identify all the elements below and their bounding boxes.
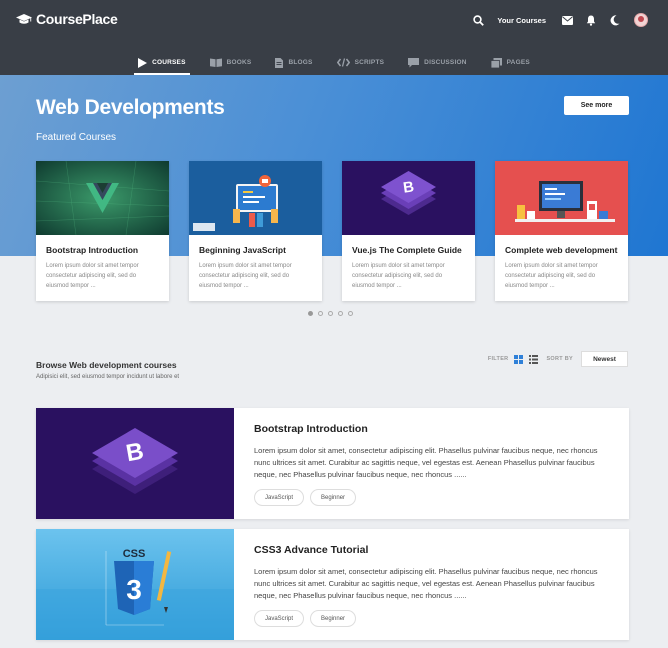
nav-label: DISCUSSION — [424, 59, 467, 66]
course-description: Lorem ipsum dolor sit amet, consectetur … — [254, 446, 598, 479]
tag-list: JavaScript Beginner — [254, 489, 357, 506]
search-icon[interactable] — [471, 13, 485, 27]
carousel-dot[interactable] — [328, 311, 333, 316]
avatar[interactable] — [634, 13, 648, 27]
pages-icon — [490, 57, 502, 68]
carousel-dot[interactable] — [318, 311, 323, 316]
course-row[interactable]: CSS 3 CSS3 Advance Tutorial Lorem ipsum … — [36, 529, 629, 640]
moon-icon[interactable] — [608, 13, 622, 27]
mail-icon[interactable] — [560, 13, 574, 27]
course-title[interactable]: Bootstrap Introduction — [254, 423, 368, 435]
nav-pages[interactable]: PAGES — [479, 50, 542, 75]
card-excerpt: Lorem ipsum dolor sit amet tempor consec… — [199, 263, 292, 289]
nav-books[interactable]: BOOKS — [198, 50, 264, 75]
sort-select[interactable]: Newest — [581, 351, 628, 367]
document-icon — [275, 57, 284, 68]
filter-label: FILTER — [487, 356, 509, 362]
top-actions: Your Courses — [461, 11, 648, 29]
nav-scripts[interactable]: SCRIPTS — [325, 50, 397, 75]
card-title: Vue.js The Complete Guide — [352, 245, 462, 255]
course-image-bootstrap: B — [36, 408, 234, 519]
chat-icon — [408, 57, 420, 67]
course-description: Lorem ipsum dolor sit amet, consectetur … — [254, 567, 598, 600]
svg-text:3: 3 — [126, 574, 142, 605]
nav-label: COURSES — [152, 59, 186, 66]
featured-card[interactable]: Beginning JavaScript Lorem ipsum dolor s… — [189, 161, 322, 301]
see-more-button[interactable]: See more — [564, 96, 629, 115]
card-title: Complete web development — [505, 245, 618, 255]
tag[interactable]: Beginner — [310, 610, 357, 627]
your-courses-link[interactable]: Your Courses — [497, 16, 546, 25]
top-bar: CoursePlace Your Courses COURSES BOOKS B… — [0, 0, 668, 75]
featured-card[interactable]: Complete web development Lorem ipsum dol… — [495, 161, 628, 301]
code-icon — [336, 58, 350, 67]
card-image-javascript — [189, 161, 322, 235]
brand-logo[interactable]: CoursePlace — [16, 11, 118, 27]
filter-bar: FILTER SORT BY Newest — [488, 351, 628, 367]
carousel-indicator — [308, 311, 353, 316]
nav-discussion[interactable]: DISCUSSION — [396, 50, 478, 75]
nav-courses[interactable]: COURSES — [126, 50, 198, 75]
nav-label: PAGES — [506, 59, 530, 66]
bell-icon[interactable] — [584, 13, 598, 27]
card-excerpt: Lorem ipsum dolor sit amet tempor consec… — [505, 263, 598, 289]
featured-card[interactable]: Bootstrap Introduction Lorem ipsum dolor… — [36, 161, 169, 301]
nav-label: BOOKS — [226, 59, 252, 66]
card-image-bootstrap: B — [342, 161, 475, 235]
featured-heading: Featured Courses — [36, 132, 117, 143]
carousel-dot[interactable] — [348, 311, 353, 316]
tag[interactable]: JavaScript — [254, 489, 305, 506]
card-excerpt: Lorem ipsum dolor sit amet tempor consec… — [46, 263, 139, 289]
card-image-desk — [495, 161, 628, 235]
card-excerpt: Lorem ipsum dolor sit amet tempor consec… — [352, 263, 445, 289]
course-row[interactable]: B Bootstrap Introduction Lorem ipsum dol… — [36, 408, 629, 519]
sort-label: SORT BY — [546, 356, 573, 362]
card-title: Bootstrap Introduction — [46, 245, 139, 255]
tag[interactable]: JavaScript — [254, 610, 305, 627]
tag-list: JavaScript Beginner — [254, 610, 357, 627]
browse-subtitle: Adipisici elit, sed eiusmod tempor incid… — [36, 374, 180, 380]
graduation-cap-icon — [16, 14, 32, 24]
course-title[interactable]: CSS3 Advance Tutorial — [254, 544, 368, 556]
carousel-dot[interactable] — [338, 311, 343, 316]
nav-label: SCRIPTS — [354, 59, 385, 66]
svg-text:CSS: CSS — [123, 548, 146, 560]
play-icon — [138, 57, 148, 68]
card-title: Beginning JavaScript — [199, 245, 286, 255]
featured-card[interactable]: B Vue.js The Complete Guide Lorem ipsum … — [342, 161, 475, 301]
main-nav: COURSES BOOKS BLOGS SCRIPTS DISCUSSION P… — [0, 50, 668, 75]
course-image-css3: CSS 3 — [36, 529, 234, 640]
featured-carousel: Bootstrap Introduction Lorem ipsum dolor… — [36, 161, 628, 301]
nav-label: BLOGS — [288, 59, 313, 66]
nav-blogs[interactable]: BLOGS — [263, 50, 324, 75]
book-icon — [209, 58, 222, 67]
list-view-icon[interactable] — [529, 354, 539, 364]
browse-title: Browse Web development courses — [36, 360, 177, 370]
page-title: Web Developments — [36, 96, 225, 119]
card-image-vue — [36, 161, 169, 235]
grid-view-icon[interactable] — [514, 354, 524, 364]
tag[interactable]: Beginner — [310, 489, 357, 506]
carousel-dot[interactable] — [308, 311, 313, 316]
brand-name: CoursePlace — [36, 11, 118, 27]
